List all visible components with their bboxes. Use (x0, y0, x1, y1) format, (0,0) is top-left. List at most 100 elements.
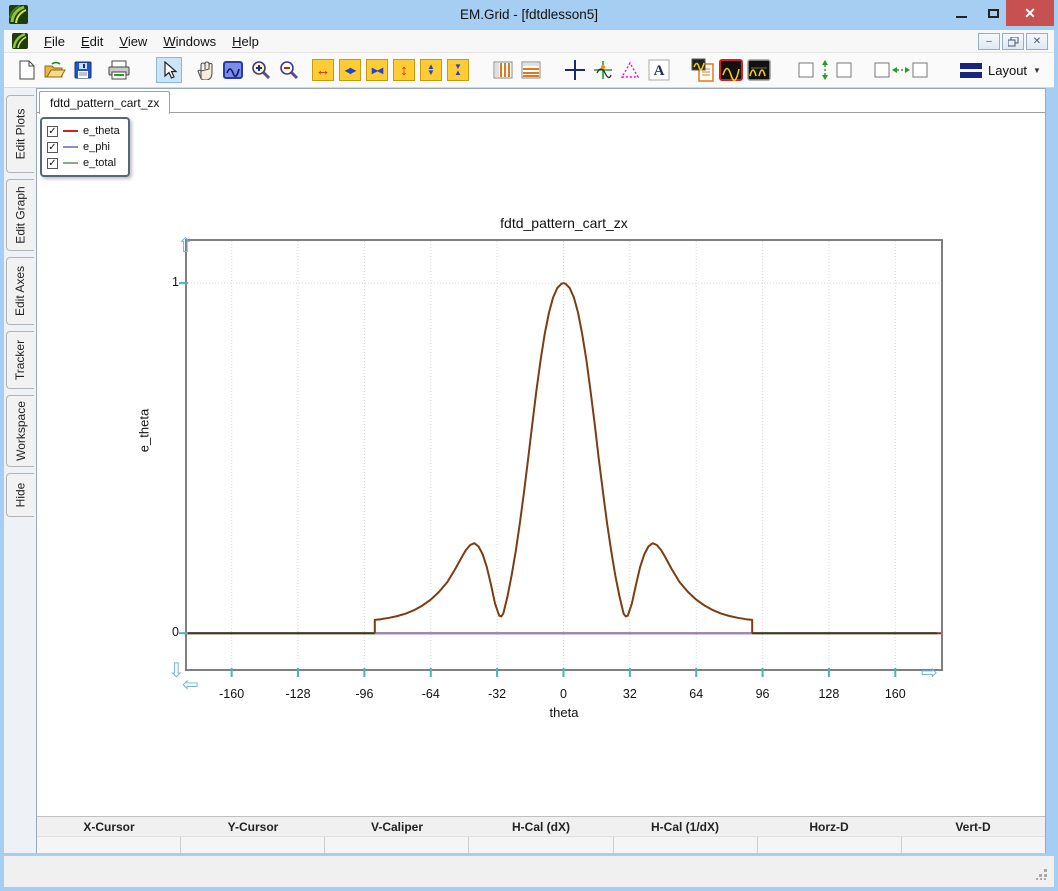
layout-icon (960, 63, 982, 78)
menu-edit[interactable]: Edit (73, 31, 111, 52)
vertical-spacing-button[interactable] (796, 57, 854, 83)
legend-label: e_total (83, 157, 116, 169)
report-button[interactable] (690, 57, 716, 83)
toolbar: ↔ ◀▶ ▶◀ ↕ ▲▼ ▼▲ A Layout ▼ (4, 53, 1054, 88)
compress-vertical-button[interactable]: ▼▲ (447, 59, 469, 81)
layout-label: Layout (988, 63, 1027, 78)
pan-right-arrow-icon[interactable]: ⇨ (921, 663, 938, 683)
legend-color-swatch (63, 146, 78, 148)
document-tabstrip: fdtd_pattern_cart_zx (37, 89, 1045, 113)
menu-file[interactable]: File (36, 31, 73, 52)
sidebar-tab-label: Tracker (14, 340, 28, 380)
readout-value-horz-d (757, 837, 901, 853)
y-tick-label: 0 (137, 625, 179, 639)
sidebar-tab-edit-axes[interactable]: Edit Axes (6, 257, 34, 325)
readout-header-vert-d: Vert-D (901, 817, 1045, 836)
readout-value-x-cursor (37, 837, 180, 853)
x-tick-label: -160 (207, 687, 257, 701)
zoom-out-button[interactable] (276, 57, 302, 83)
menu-help[interactable]: Help (224, 31, 267, 52)
plot-canvas[interactable] (185, 239, 943, 671)
arrows-horizontal-out-button[interactable]: ◀▶ (339, 59, 361, 81)
crosshair-button[interactable] (562, 57, 588, 83)
menu-view[interactable]: View (111, 31, 155, 52)
document-tab[interactable]: fdtd_pattern_cart_zx (39, 91, 170, 114)
v-arrows-in-icon: ▼▲ (454, 64, 462, 76)
horizontal-markers-button[interactable] (518, 57, 544, 83)
pan-up-arrow-icon[interactable]: ⇧ (177, 236, 194, 256)
resize-grip[interactable] (1034, 867, 1048, 881)
sidebar-tab-label: Workspace (14, 401, 28, 461)
menu-windows[interactable]: Windows (155, 31, 224, 52)
mdi-restore-button[interactable] (1002, 33, 1024, 50)
mdi-window-controls: – ✕ (978, 33, 1048, 50)
expand-horizontal-button[interactable]: ↔ (312, 59, 334, 81)
x-tick-label: -96 (339, 687, 389, 701)
menu-items: FileEditViewWindowsHelp (36, 31, 267, 52)
y-tick-label: 1 (137, 275, 179, 289)
v-arrows-out-icon: ▲▼ (427, 64, 435, 76)
print-button[interactable] (106, 57, 132, 83)
pointer-tool-button[interactable] (156, 57, 182, 83)
chevron-down-icon: ▼ (1033, 66, 1041, 75)
mdi-close-button[interactable]: ✕ (1026, 33, 1048, 50)
pan-left-arrow-icon[interactable]: ⇦ (182, 675, 199, 695)
readout-header-y-cursor: Y-Cursor (181, 817, 325, 836)
legend-item-e-phi: ✓ e_phi (47, 139, 123, 155)
legend-checkbox[interactable]: ✓ (47, 142, 58, 153)
x-tick-label: 128 (804, 687, 854, 701)
readout-value-h-cal-1-dx (613, 837, 757, 853)
sidebar: Edit Plots Edit Graph Edit Axes Tracker Work… (4, 88, 36, 853)
sidebar-tab-edit-plots[interactable]: Edit Plots (6, 95, 34, 173)
pan-tool-button[interactable] (192, 57, 218, 83)
x-tick-label: 64 (671, 687, 721, 701)
sidebar-tab-label: Hide (14, 483, 28, 508)
sidebar-tab-label: Edit Axes (14, 266, 28, 316)
legend-checkbox[interactable]: ✓ (47, 126, 58, 137)
legend-label: e_phi (83, 141, 110, 153)
sidebar-tab-hide[interactable]: Hide (6, 473, 34, 517)
document-logo-icon (12, 33, 28, 49)
close-button[interactable]: ✕ (1006, 0, 1054, 26)
arrows-horizontal-in-button[interactable]: ▶◀ (366, 59, 388, 81)
readout-value-vert-d (901, 837, 1045, 853)
readout-values (37, 836, 1045, 853)
open-file-button[interactable] (42, 57, 68, 83)
legend-checkbox[interactable]: ✓ (47, 158, 58, 169)
maximize-button[interactable] (978, 0, 1008, 26)
sidebar-tab-label: Edit Plots (14, 109, 28, 160)
zoom-window-button[interactable] (220, 57, 246, 83)
horizontal-spacing-button[interactable] (872, 57, 930, 83)
x-tick-label: 160 (870, 687, 920, 701)
save-button[interactable] (70, 57, 96, 83)
mdi-minimize-button[interactable]: – (978, 33, 1000, 50)
readout-value-y-cursor (180, 837, 324, 853)
vertical-markers-button[interactable] (490, 57, 516, 83)
sidebar-tab-edit-graph[interactable]: Edit Graph (6, 179, 34, 251)
new-file-button[interactable] (14, 57, 40, 83)
legend-color-swatch (63, 130, 78, 132)
sidebar-tab-label: Edit Graph (14, 186, 28, 243)
readout-header-h-cal-1-dx: H-Cal (1/dX) (613, 817, 757, 836)
minimize-button[interactable] (946, 0, 976, 26)
readout-bar: X-CursorY-CursorV-CaliperH-Cal (dX)H-Cal… (37, 816, 1045, 852)
h-arrows-in-icon: ▶◀ (372, 66, 382, 75)
h-expand-icon: ↔ (316, 62, 331, 79)
triangle-annotation-button[interactable] (618, 57, 644, 83)
layout-button[interactable]: Layout ▼ (954, 60, 1047, 81)
plot-style-button[interactable] (718, 57, 744, 83)
sidebar-tab-tracker[interactable]: Tracker (6, 331, 34, 389)
arrows-vertical-out-button[interactable]: ▲▼ (420, 59, 442, 81)
sidebar-tab-workspace[interactable]: Workspace (6, 395, 34, 467)
axes-tracker-button[interactable] (590, 57, 616, 83)
x-tick-label: 96 (738, 687, 788, 701)
expand-vertical-button[interactable]: ↕ (393, 59, 415, 81)
text-annotation-button[interactable]: A (646, 57, 672, 83)
app-window: EM.Grid - [fdtdlesson5] ✕ FileEditViewWi… (0, 0, 1058, 891)
zoom-in-button[interactable] (248, 57, 274, 83)
window-title: EM.Grid - [fdtdlesson5] (0, 7, 1058, 22)
document-window: fdtd_pattern_cart_zx ✓e_theta✓e_phi✓e_to… (36, 88, 1046, 853)
legend-color-swatch (63, 162, 78, 164)
readout-headers: X-CursorY-CursorV-CaliperH-Cal (dX)H-Cal… (37, 817, 1045, 836)
dual-plot-button[interactable] (746, 57, 772, 83)
